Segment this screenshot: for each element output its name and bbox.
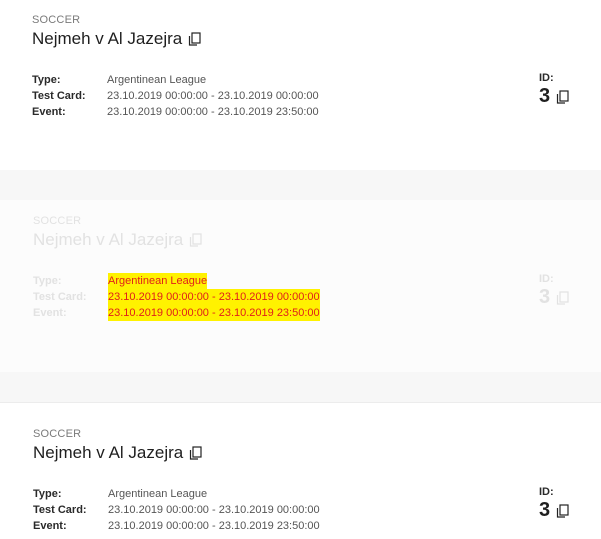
event-title: Nejmeh v Al Jazejra bbox=[33, 230, 184, 249]
event-value: 23.10.2019 00:00:00 - 23.10.2019 23:50:0… bbox=[108, 305, 320, 321]
test-card-label: Test Card: bbox=[33, 291, 87, 303]
test-card-value: 23.10.2019 00:00:00 - 23.10.2019 00:00:0… bbox=[107, 90, 319, 102]
event-label: Event: bbox=[32, 106, 66, 118]
id-block: ID: 3 bbox=[539, 273, 571, 309]
id-block: ID: 3 bbox=[539, 486, 571, 522]
event-row: Event: 23.10.2019 00:00:00 - 23.10.2019 … bbox=[33, 518, 320, 534]
title-row: Nejmeh v Al Jazejra bbox=[33, 230, 202, 250]
type-row: Type: Argentinean League bbox=[32, 72, 319, 88]
sport-label: SOCCER bbox=[32, 14, 81, 26]
test-card-value: 23.10.2019 00:00:00 - 23.10.2019 00:00:0… bbox=[108, 504, 320, 516]
copy-icon[interactable] bbox=[556, 290, 569, 305]
event-row: Event: 23.10.2019 00:00:00 - 23.10.2019 … bbox=[32, 104, 319, 120]
event-value: 23.10.2019 00:00:00 - 23.10.2019 23:50:0… bbox=[107, 106, 319, 118]
type-value: Argentinean League bbox=[107, 74, 207, 86]
event-fields: Type: Argentinean League Test Card: 23.1… bbox=[32, 72, 319, 120]
event-value: 23.10.2019 00:00:00 - 23.10.2019 23:50:0… bbox=[108, 520, 320, 532]
id-value: 3 bbox=[539, 286, 551, 308]
copy-icon[interactable] bbox=[189, 446, 202, 460]
event-fields: Type: Argentinean League Test Card: 23.1… bbox=[33, 486, 320, 534]
id-label: ID: bbox=[539, 72, 554, 84]
card-top-band bbox=[0, 170, 601, 200]
type-row: Type: Argentinean League bbox=[33, 486, 320, 502]
id-label: ID: bbox=[539, 486, 554, 498]
title-row: Nejmeh v Al Jazejra bbox=[32, 29, 201, 49]
event-row: Event: 23.10.2019 00:00:00 - 23.10.2019 … bbox=[33, 305, 320, 321]
event-label: Event: bbox=[33, 520, 67, 532]
copy-icon[interactable] bbox=[556, 503, 569, 518]
sport-label: SOCCER bbox=[33, 215, 82, 227]
type-label: Type: bbox=[33, 488, 62, 500]
id-row: 3 bbox=[539, 85, 571, 108]
type-value: Argentinean League bbox=[108, 273, 208, 289]
card-bottom-band bbox=[0, 372, 601, 402]
test-card-row: Test Card: 23.10.2019 00:00:00 - 23.10.2… bbox=[32, 88, 319, 104]
id-value: 3 bbox=[539, 499, 551, 521]
test-card-value: 23.10.2019 00:00:00 - 23.10.2019 00:00:0… bbox=[108, 289, 320, 305]
event-fields: Type: Argentinean League Test Card: 23.1… bbox=[33, 273, 320, 321]
copy-icon[interactable] bbox=[556, 89, 569, 104]
type-row: Type: Argentinean League bbox=[33, 273, 320, 289]
id-label: ID: bbox=[539, 273, 554, 285]
event-label: Event: bbox=[33, 307, 67, 319]
type-label: Type: bbox=[32, 74, 61, 86]
test-card-label: Test Card: bbox=[32, 90, 86, 102]
id-value: 3 bbox=[539, 85, 551, 107]
copy-icon[interactable] bbox=[189, 233, 202, 247]
test-card-row: Test Card: 23.10.2019 00:00:00 - 23.10.2… bbox=[33, 289, 320, 305]
event-title: Nejmeh v Al Jazejra bbox=[32, 29, 183, 48]
sport-label: SOCCER bbox=[33, 428, 82, 440]
test-card-label: Test Card: bbox=[33, 504, 87, 516]
event-card-1[interactable]: SOCCER Nejmeh v Al Jazejra Type: Argenti… bbox=[0, 0, 601, 170]
event-card-2[interactable]: SOCCER Nejmeh v Al Jazejra Type: Argenti… bbox=[0, 170, 601, 402]
id-row: 3 bbox=[539, 286, 571, 309]
id-block: ID: 3 bbox=[539, 72, 571, 108]
title-row: Nejmeh v Al Jazejra bbox=[33, 443, 202, 463]
copy-icon[interactable] bbox=[188, 32, 201, 46]
type-value: Argentinean League bbox=[108, 488, 208, 500]
type-label: Type: bbox=[33, 275, 62, 287]
id-row: 3 bbox=[539, 499, 571, 522]
test-card-row: Test Card: 23.10.2019 00:00:00 - 23.10.2… bbox=[33, 502, 320, 518]
event-card-3[interactable]: SOCCER Nejmeh v Al Jazejra Type: Argenti… bbox=[0, 402, 601, 539]
event-title: Nejmeh v Al Jazejra bbox=[33, 443, 184, 462]
